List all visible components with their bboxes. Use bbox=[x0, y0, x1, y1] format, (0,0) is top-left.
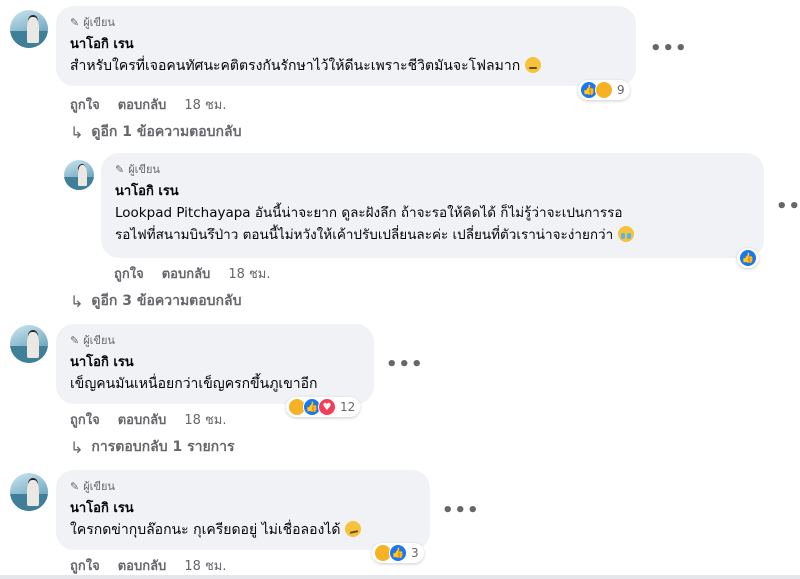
view-replies-link[interactable]: ↳ ดูอีก 3 ข้อความตอบกลับ bbox=[70, 290, 242, 312]
comment-text-line: รอไฟที่สนามบินรึป่าว ตอนนี้ไม่หวังให้เค้… bbox=[115, 224, 750, 246]
reply-button[interactable]: ตอบกลับ bbox=[162, 263, 211, 284]
comment-text-content: ใครกดข่ากุบล๊อกนะ กุเครียดอยู่ ไม่เชื่อล… bbox=[70, 522, 341, 538]
smirking-face-icon bbox=[344, 521, 361, 537]
reply-button[interactable]: ตอบกลับ bbox=[118, 409, 167, 430]
like-button[interactable]: ถูกใจ bbox=[70, 409, 100, 430]
comment-bubble: ✎ ผู้เขียน นาโอกิ เรน Lookpad Pitchayapa… bbox=[101, 153, 764, 258]
author-badge: ✎ ผู้เขียน bbox=[70, 14, 622, 30]
reply-arrow-icon: ↳ bbox=[70, 122, 84, 142]
comment-actions: ถูกใจ ตอบกลับ 18 ชม. bbox=[70, 409, 227, 430]
comment-text: สำหรับใครที่เจอคนทัศนะคติตรงกันรักษาไว้ใ… bbox=[70, 55, 622, 77]
pencil-icon: ✎ bbox=[115, 162, 125, 176]
reaction-summary[interactable]: 👍 9 bbox=[578, 80, 630, 100]
timestamp[interactable]: 18 ชม. bbox=[228, 263, 270, 284]
like-icon: 👍 bbox=[389, 544, 407, 562]
view-replies-label: การตอบกลับ 1 รายการ bbox=[91, 439, 235, 455]
author-name[interactable]: นาโอกิ เรน bbox=[70, 351, 360, 372]
view-replies-label: ดูอีก 1 ข้อความตอบกลับ bbox=[91, 124, 242, 140]
author-badge: ✎ ผู้เขียน bbox=[70, 332, 360, 348]
comment-actions: ถูกใจ ตอบกลับ 18 ชม. bbox=[114, 263, 271, 284]
pencil-icon: ✎ bbox=[70, 15, 80, 29]
pencil-icon: ✎ bbox=[70, 333, 80, 347]
reply-arrow-icon: ↳ bbox=[70, 291, 84, 311]
divider bbox=[0, 575, 800, 579]
love-icon: ♥ bbox=[318, 398, 336, 416]
author-badge: ✎ ผู้เขียน bbox=[70, 478, 416, 494]
like-icon: 👍 bbox=[739, 249, 757, 267]
author-badge: ✎ ผู้เขียน bbox=[115, 161, 750, 177]
comment-text-content: สำหรับใครที่เจอคนทัศนะคติตรงกันรักษาไว้ใ… bbox=[70, 58, 521, 74]
comment-text: ใครกดข่ากุบล๊อกนะ กุเครียดอยู่ ไม่เชื่อล… bbox=[70, 519, 416, 541]
comment-text: Lookpad Pitchayapa อันนี้น่าจะยาก ดูละฝั… bbox=[115, 202, 750, 246]
reply-arrow-icon: ↳ bbox=[70, 437, 84, 457]
pencil-icon: ✎ bbox=[70, 479, 80, 493]
view-replies-link[interactable]: ↳ การตอบกลับ 1 รายการ bbox=[70, 436, 235, 458]
reaction-count: 12 bbox=[340, 400, 356, 414]
more-options-button[interactable]: ••• bbox=[442, 500, 480, 521]
reaction-summary[interactable]: 👍 ♥ 12 bbox=[286, 397, 361, 417]
more-options-button[interactable]: ••• bbox=[776, 196, 800, 217]
author-name[interactable]: นาโอกิ เรน bbox=[115, 180, 750, 201]
reply-button[interactable]: ตอบกลับ bbox=[118, 555, 167, 576]
comment-text-content: รอไฟที่สนามบินรึป่าว ตอนนี้ไม่หวังให้เค้… bbox=[115, 227, 614, 243]
reaction-summary[interactable]: 👍 3 bbox=[372, 543, 424, 563]
author-name[interactable]: นาโอกิ เรน bbox=[70, 33, 622, 54]
author-badge-label: ผู้เขียน bbox=[83, 16, 115, 29]
like-button[interactable]: ถูกใจ bbox=[70, 555, 100, 576]
view-replies-link[interactable]: ↳ ดูอีก 1 ข้อความตอบกลับ bbox=[70, 121, 242, 143]
avatar[interactable] bbox=[64, 160, 94, 190]
reaction-count: 9 bbox=[617, 83, 625, 97]
author-badge-label: ผู้เขียน bbox=[128, 163, 160, 176]
avatar[interactable] bbox=[10, 473, 48, 511]
reaction-count: 3 bbox=[411, 546, 419, 560]
more-options-button[interactable]: ••• bbox=[386, 354, 424, 375]
comment-bubble: ✎ ผู้เขียน นาโอกิ เรน ใครกดข่ากุบล๊อกนะ … bbox=[56, 470, 430, 550]
timestamp[interactable]: 18 ชม. bbox=[184, 555, 226, 576]
comment-bubble: ✎ ผู้เขียน นาโอกิ เรน สำหรับใครที่เจอคนท… bbox=[56, 6, 636, 86]
comment-actions: ถูกใจ ตอบกลับ 18 ชม. bbox=[70, 555, 227, 576]
avatar[interactable] bbox=[10, 10, 48, 48]
like-button[interactable]: ถูกใจ bbox=[114, 263, 144, 284]
comment-text: เข็ญคนมันเหนื่อยกว่าเข็ญครกขึ้นภูเขาอีก bbox=[70, 376, 318, 392]
crying-face-icon bbox=[617, 226, 634, 242]
author-badge-label: ผู้เขียน bbox=[83, 334, 115, 347]
avatar[interactable] bbox=[10, 325, 48, 363]
timestamp[interactable]: 18 ชม. bbox=[184, 409, 226, 430]
view-replies-label: ดูอีก 3 ข้อความตอบกลับ bbox=[91, 293, 242, 309]
care-icon bbox=[595, 81, 613, 99]
reaction-summary[interactable]: 👍 bbox=[737, 248, 759, 268]
reply-button[interactable]: ตอบกลับ bbox=[118, 94, 167, 115]
like-button[interactable]: ถูกใจ bbox=[70, 94, 100, 115]
comment-text-line: Lookpad Pitchayapa อันนี้น่าจะยาก ดูละฝั… bbox=[115, 205, 623, 221]
author-name[interactable]: นาโอกิ เรน bbox=[70, 497, 416, 518]
timestamp[interactable]: 18 ชม. bbox=[184, 94, 226, 115]
more-options-button[interactable]: ••• bbox=[650, 38, 688, 59]
author-badge-label: ผู้เขียน bbox=[83, 480, 115, 493]
comment-bubble: ✎ ผู้เขียน นาโอกิ เรน เข็ญคนมันเหนื่อยกว… bbox=[56, 324, 374, 404]
pensive-face-icon bbox=[524, 57, 541, 73]
comment-actions: ถูกใจ ตอบกลับ 18 ชม. bbox=[70, 94, 227, 115]
